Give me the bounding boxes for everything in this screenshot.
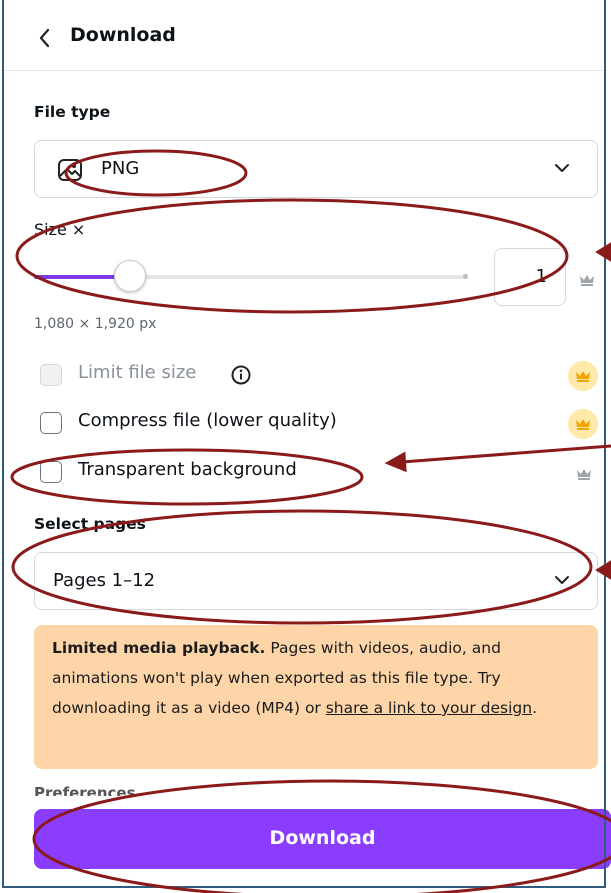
chevron-left-icon	[39, 28, 50, 48]
select-pages-value: Pages 1–12	[53, 570, 156, 591]
size-slider-track[interactable]	[34, 275, 466, 279]
size-slider-thumb[interactable]	[114, 260, 147, 292]
crown-icon	[580, 275, 594, 286]
image-icon	[58, 159, 82, 181]
chevron-down-icon	[555, 576, 569, 584]
select-pages-label: Select pages	[34, 515, 146, 533]
annotation-arrow	[401, 444, 611, 464]
chevron-down-icon	[555, 164, 569, 172]
premium-badge	[568, 361, 598, 391]
share-link[interactable]: share a link to your design	[326, 699, 532, 717]
size-label: Size ×	[34, 220, 86, 239]
download-panel: Download File type PNG Size × 1 1,080 × …	[0, 0, 611, 893]
size-dimensions: 1,080 × 1,920 px	[34, 316, 157, 332]
back-button[interactable]	[38, 25, 60, 51]
preferences-section-clipped: Preferences	[34, 784, 154, 796]
preferences-label: Preferences	[34, 784, 136, 796]
file-type-value: PNG	[101, 158, 140, 179]
file-type-select[interactable]: PNG	[34, 140, 598, 198]
compress-file-checkbox[interactable]	[40, 412, 62, 434]
premium-badge	[568, 409, 598, 439]
transparent-background-label: Transparent background	[78, 459, 297, 480]
crown-icon	[576, 419, 590, 430]
annotation-arrowhead	[595, 242, 611, 262]
panel-title: Download	[70, 24, 176, 46]
download-button[interactable]: Download	[34, 809, 611, 869]
select-pages-dropdown[interactable]: Pages 1–12	[34, 552, 598, 610]
annotation-arrowhead	[595, 560, 611, 580]
size-input[interactable]: 1	[494, 248, 566, 306]
panel-header: Download	[2, 0, 606, 71]
slider-end-dot	[463, 274, 468, 279]
media-playback-notice: Limited media playback. Pages with video…	[34, 625, 598, 769]
limit-file-size-label: Limit file size	[78, 362, 197, 383]
annotation-arrowhead	[384, 451, 407, 473]
annotation-ellipse	[15, 198, 569, 314]
info-icon[interactable]	[230, 364, 252, 386]
limit-file-size-checkbox[interactable]	[40, 364, 62, 386]
transparent-background-checkbox[interactable]	[40, 461, 62, 483]
file-type-label: File type	[34, 103, 111, 121]
notice-title: Limited media playback.	[52, 639, 266, 657]
compress-file-label: Compress file (lower quality)	[78, 410, 337, 431]
crown-icon	[576, 371, 590, 382]
notice-end: .	[532, 699, 538, 717]
crown-icon	[577, 469, 591, 480]
